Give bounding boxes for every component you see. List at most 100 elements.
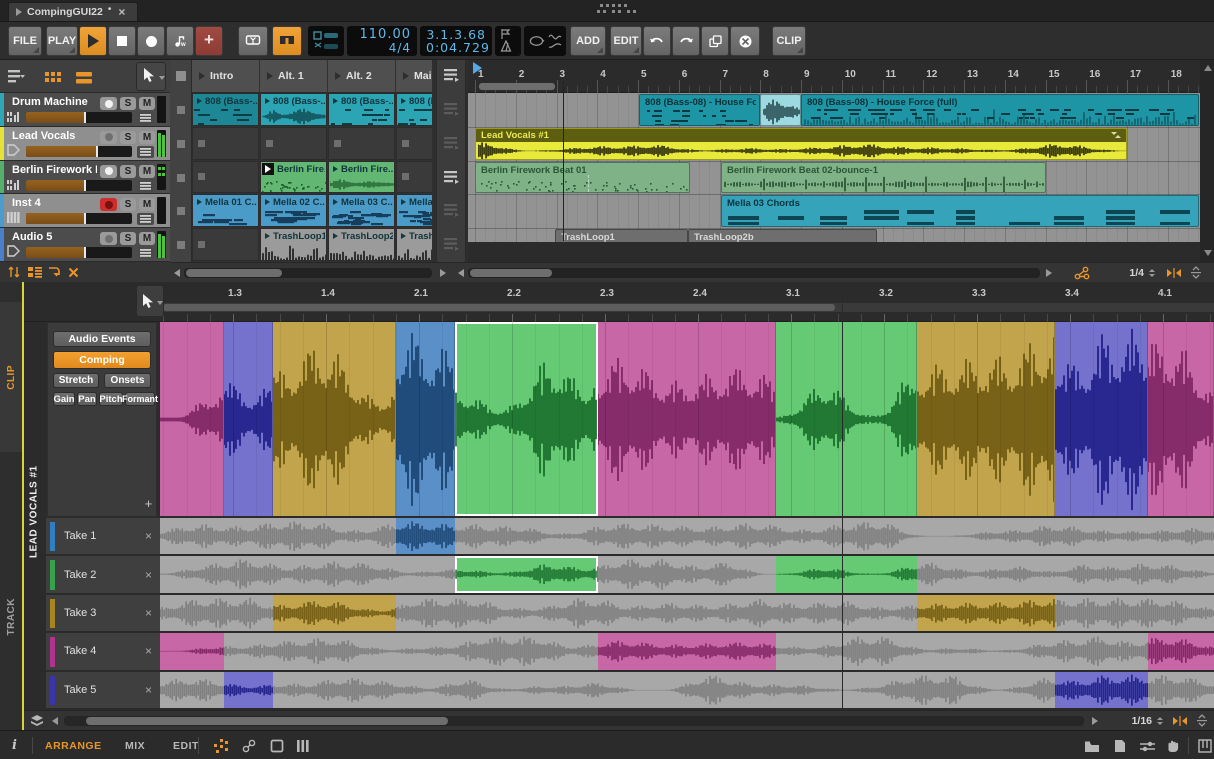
arranger-clip[interactable]: TrashLoop2b <box>688 229 877 242</box>
launcher-empty-slot[interactable] <box>192 161 259 194</box>
take-lane[interactable] <box>160 672 1214 709</box>
track-menu-button[interactable] <box>137 146 154 158</box>
track-menu-button[interactable] <box>137 247 154 259</box>
mute-button[interactable]: M <box>139 198 155 211</box>
editor-hscrollbar[interactable] <box>64 716 1084 726</box>
launcher-clip[interactable]: Mella 02 C... <box>260 194 327 227</box>
playback-start-marker[interactable] <box>473 62 482 74</box>
editor-scroll-thumb[interactable] <box>163 304 835 311</box>
comp-segment[interactable] <box>917 322 1055 516</box>
stop-all-clips-button[interactable] <box>176 71 186 81</box>
arranger-ruler[interactable]: 123456789101112131415161718 <box>468 60 1200 93</box>
launcher-clip[interactable]: Berlin Fire... <box>328 161 395 194</box>
arranger-zoom-value[interactable]: 1/4 <box>1114 267 1144 279</box>
comp-segment[interactable] <box>776 322 917 516</box>
duplicate-button[interactable] <box>701 26 729 56</box>
arranger-clip[interactable]: Lead Vocals #1 <box>475 128 1127 160</box>
dual-display-button[interactable] <box>272 26 302 56</box>
take-lane[interactable] <box>160 556 1214 593</box>
editor-cursor-tool-button[interactable] <box>136 285 164 317</box>
tool-dropdown-caret[interactable] <box>157 301 163 305</box>
add-device-button[interactable]: + <box>195 26 223 56</box>
scene-header[interactable]: Alt. 2 <box>328 60 395 93</box>
punch-metronome-display[interactable] <box>495 26 521 56</box>
take-comp-region[interactable] <box>396 518 455 554</box>
onsets-button[interactable]: Onsets <box>104 373 151 388</box>
record-arm-button[interactable] <box>100 131 117 144</box>
add-menu-button[interactable]: ADD <box>570 26 606 56</box>
stop-track-clips-button[interactable] <box>177 174 185 182</box>
clip-menu-button[interactable]: CLIP <box>772 26 806 56</box>
launcher-clip[interactable]: 808 (B <box>396 93 432 126</box>
volume-fader[interactable] <box>26 247 132 258</box>
take-lane[interactable] <box>160 633 1214 670</box>
arranger-clip[interactable]: 808 (Bass-08) - House Force (full) <box>801 94 1199 126</box>
take-delete-button[interactable]: × <box>145 644 152 658</box>
position-display[interactable]: 3.1.3.68 0:04.729 <box>420 26 492 56</box>
solo-button[interactable]: S <box>120 232 136 245</box>
launcher-clip[interactable]: 808 (Bass-... <box>260 93 327 126</box>
launcher-empty-slot[interactable] <box>396 127 432 160</box>
scene-header[interactable]: Intro <box>192 60 259 93</box>
comp-segment[interactable] <box>396 322 455 516</box>
arranger-clip[interactable]: 808 (Bass-08) - House Force ( <box>639 94 760 126</box>
arranger-clip[interactable]: TrashLoop1 <box>555 229 688 242</box>
loop-overdub-display[interactable] <box>308 26 344 56</box>
panel-tab-edit[interactable]: EDIT <box>173 740 199 752</box>
launcher-clip[interactable]: Mella 01 C... <box>192 194 259 227</box>
solo-button[interactable]: S <box>120 97 136 110</box>
arranger-clip[interactable]: Berlin Firework Beat 02-bounce-1 <box>721 162 1046 194</box>
launcher-clip[interactable]: 808 (Bass-... <box>328 93 395 126</box>
mute-button[interactable]: M <box>139 165 155 178</box>
arranger-scroll-left[interactable] <box>458 269 464 277</box>
editor-zoom-value[interactable]: 1/16 <box>1118 715 1152 727</box>
volume-fader[interactable] <box>26 112 132 123</box>
panel-tab-arrange[interactable]: ARRANGE <box>45 740 102 752</box>
project-tab[interactable]: CompingGUI22 • × <box>8 2 138 21</box>
launcher-scrollbar[interactable] <box>184 268 432 278</box>
play-menu-button[interactable]: PLAY <box>46 26 78 56</box>
arranger-cursor-tool-button[interactable] <box>136 62 166 91</box>
mute-button[interactable]: M <box>139 131 155 144</box>
volume-fader[interactable] <box>26 213 132 224</box>
take-comp-region[interactable] <box>273 595 396 631</box>
take-comp-region[interactable] <box>455 556 598 592</box>
info-button[interactable]: i <box>12 738 24 753</box>
take-delete-button[interactable]: × <box>145 568 152 582</box>
mute-button[interactable]: M <box>139 97 155 110</box>
take-comp-region[interactable] <box>598 633 776 669</box>
launcher-empty-slot[interactable] <box>396 161 432 194</box>
launcher-clip[interactable]: TrashLoop2b <box>328 228 395 261</box>
arranger-clip[interactable]: 808 (Bas <box>760 94 801 126</box>
take-lane[interactable] <box>160 595 1214 632</box>
loop-display[interactable] <box>524 26 566 56</box>
launcher-clip[interactable]: Mella <box>396 194 432 227</box>
tab-clip[interactable]: CLIP <box>0 302 22 452</box>
arranger-clip[interactable]: Mella 03 Chords <box>721 195 1199 227</box>
comping-button[interactable]: Comping <box>53 351 151 369</box>
scroll-down-arrow[interactable] <box>1204 250 1212 256</box>
comp-segment[interactable] <box>273 322 396 516</box>
launcher-empty-slot[interactable] <box>192 127 259 160</box>
track-header[interactable]: Audio 5SM <box>0 228 170 262</box>
tool-dropdown-caret[interactable] <box>159 76 165 80</box>
track-header[interactable]: Drum MachineSM <box>0 93 170 127</box>
comp-segment[interactable] <box>1148 322 1214 516</box>
ruler-zoom-handle[interactable] <box>479 83 555 90</box>
scroll-up-arrow[interactable] <box>1204 65 1212 71</box>
record-button[interactable] <box>137 26 165 56</box>
take-comp-region[interactable] <box>776 556 917 592</box>
stop-track-clips-button[interactable] <box>177 241 185 249</box>
scene-header[interactable]: Alt. 1 <box>260 60 327 93</box>
gain-button[interactable]: Gain <box>53 392 75 406</box>
undo-button[interactable] <box>643 26 671 56</box>
stop-track-clips-button[interactable] <box>177 140 185 148</box>
editor-scroll-right[interactable] <box>1092 717 1098 725</box>
display-profile-button[interactable] <box>238 26 268 56</box>
solo-button[interactable]: S <box>120 131 136 144</box>
tab-close-icon[interactable]: × <box>118 5 125 19</box>
stop-track-clips-button[interactable] <box>177 106 185 114</box>
volume-fader[interactable] <box>26 180 132 191</box>
tempo-display[interactable]: 110.00 4/4 <box>347 26 417 56</box>
tab-track[interactable]: TRACK <box>0 542 22 692</box>
